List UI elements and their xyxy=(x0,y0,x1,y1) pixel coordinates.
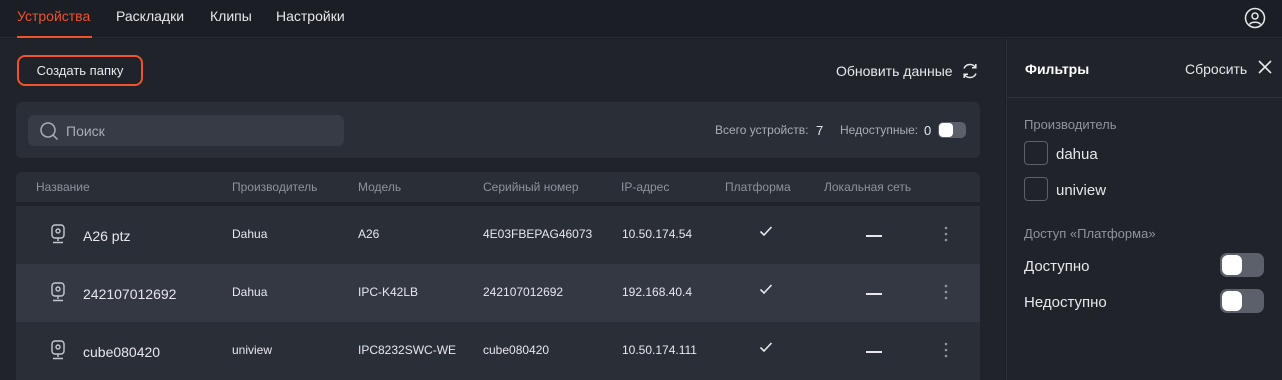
device-vendor: uniview xyxy=(232,343,273,357)
unavailable-label: Недоступные: xyxy=(840,123,919,137)
total-devices-label: Всего устройств: xyxy=(715,123,809,137)
filters-title: Фильтры xyxy=(1025,61,1090,77)
device-vendor: Dahua xyxy=(232,227,268,241)
refresh-icon[interactable] xyxy=(960,61,980,81)
device-name: A26 ptz xyxy=(83,228,131,244)
column-header-vendor[interactable]: Производитель xyxy=(232,180,317,194)
search-panel: Всего устройств: 7 Недоступные: 0 xyxy=(16,102,980,158)
device-model: A26 xyxy=(358,227,380,241)
vendor-checkbox-uniview[interactable] xyxy=(1024,177,1048,201)
device-vendor: Dahua xyxy=(232,285,268,299)
column-header-model[interactable]: Модель xyxy=(358,180,401,194)
column-header-name[interactable]: Название xyxy=(36,180,90,194)
create-folder-button[interactable]: Создать папку xyxy=(17,55,143,86)
unavailable-count: 0 xyxy=(924,123,932,138)
unavailable-toggle[interactable] xyxy=(938,122,966,138)
unavailable-filter-toggle[interactable] xyxy=(1220,289,1264,313)
active-tab-indicator xyxy=(17,36,92,38)
tab-settings[interactable]: Настройки xyxy=(276,8,345,24)
camera-icon xyxy=(51,282,65,302)
available-label: Доступно xyxy=(1024,258,1090,275)
search-box[interactable] xyxy=(28,115,344,146)
column-header-local-network[interactable]: Локальная сеть xyxy=(824,180,911,194)
vendor-label-dahua[interactable]: dahua xyxy=(1056,146,1098,163)
device-serial: 242107012692 xyxy=(483,285,564,299)
tab-clips[interactable]: Клипы xyxy=(210,8,252,24)
camera-icon xyxy=(51,224,65,244)
column-header-ip[interactable]: IP-адрес xyxy=(621,180,669,194)
toggle-knob xyxy=(1222,291,1242,311)
devices-main: Создать папку Обновить данные Всего устр… xyxy=(0,39,1005,380)
filters-panel: Фильтры Сбросить Производитель dahua uni… xyxy=(1006,39,1282,380)
table-row[interactable]: 242107012692 Dahua IPC-K42LB 24210701269… xyxy=(16,264,980,322)
device-name: 242107012692 xyxy=(83,286,177,302)
tab-layouts[interactable]: Раскладки xyxy=(116,8,184,24)
local-network-dash xyxy=(866,293,882,295)
table-header: Название Производитель Модель Серийный н… xyxy=(16,172,980,202)
search-icon xyxy=(40,122,59,141)
device-ip: 192.168.40.4 xyxy=(622,285,693,299)
device-serial: cube080420 xyxy=(483,343,550,357)
check-icon xyxy=(759,284,773,295)
toggle-knob xyxy=(1222,255,1242,275)
column-header-serial[interactable]: Серийный номер xyxy=(483,180,579,194)
access-section-label: Доступ «Платформа» xyxy=(1024,226,1156,241)
close-icon[interactable] xyxy=(1257,59,1273,75)
device-serial: 4E03FBEPAG46073 xyxy=(483,227,593,241)
device-ip: 10.50.174.54 xyxy=(622,227,693,241)
table-row[interactable]: A26 ptz Dahua A26 4E03FBEPAG46073 10.50.… xyxy=(16,206,980,264)
check-icon xyxy=(759,226,773,237)
user-circle-icon[interactable] xyxy=(1244,7,1266,29)
table-row[interactable]: cube080420 uniview IPC8232SWC-WE cube080… xyxy=(16,322,980,380)
device-model: IPC8232SWC-WE xyxy=(358,343,457,357)
check-icon xyxy=(759,342,773,353)
device-ip: 10.50.174.111 xyxy=(622,343,697,357)
total-devices-count: 7 xyxy=(816,123,824,138)
device-name: cube080420 xyxy=(83,344,161,360)
local-network-dash xyxy=(866,235,882,237)
more-vertical-icon[interactable] xyxy=(943,341,949,359)
tab-devices[interactable]: Устройства xyxy=(17,8,90,24)
vendor-label-uniview[interactable]: uniview xyxy=(1056,182,1106,199)
search-input[interactable] xyxy=(66,115,336,146)
reset-filters-button[interactable]: Сбросить xyxy=(1185,61,1247,77)
toggle-knob xyxy=(939,123,953,137)
column-header-platform[interactable]: Платформа xyxy=(725,180,791,194)
available-toggle[interactable] xyxy=(1220,253,1264,277)
unavailable-filter-label: Недоступно xyxy=(1024,294,1107,311)
top-nav: Устройства Раскладки Клипы Настройки xyxy=(0,0,1282,38)
refresh-button-label[interactable]: Обновить данные xyxy=(836,63,953,79)
camera-icon xyxy=(51,340,65,360)
vendor-checkbox-dahua[interactable] xyxy=(1024,141,1048,165)
more-vertical-icon[interactable] xyxy=(943,283,949,301)
more-vertical-icon[interactable] xyxy=(943,225,949,243)
local-network-dash xyxy=(866,351,882,353)
vendor-section-label: Производитель xyxy=(1024,117,1117,132)
device-model: IPC-K42LB xyxy=(358,285,419,299)
divider xyxy=(1007,97,1282,98)
